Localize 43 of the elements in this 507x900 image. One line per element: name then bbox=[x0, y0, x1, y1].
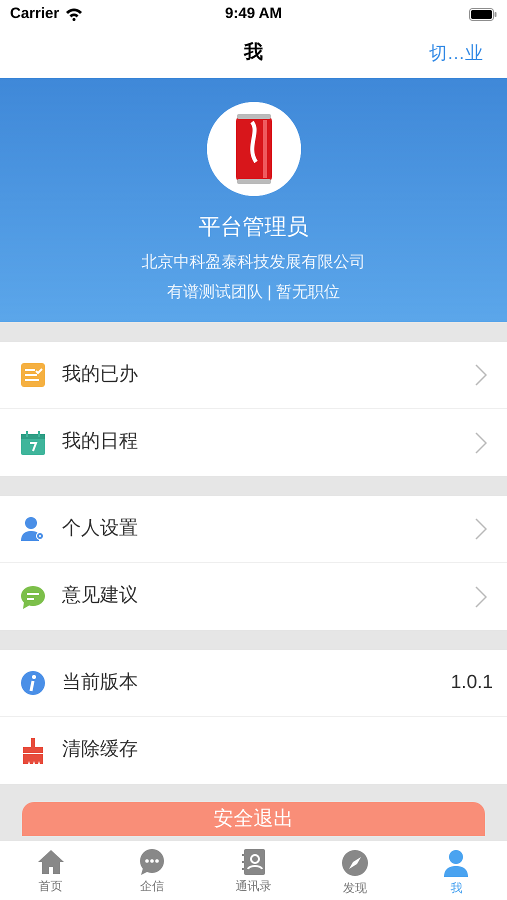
menu-row[interactable]: 意见建议 bbox=[0, 563, 507, 630]
wifi-icon bbox=[65, 8, 84, 20]
switch-company-button[interactable]: 切…业 bbox=[429, 40, 483, 66]
menu-label: 个人设置 bbox=[62, 516, 138, 541]
menu-label: 我的日程 bbox=[62, 430, 138, 454]
chevron-right-icon bbox=[475, 432, 487, 454]
menu-row[interactable]: 清除缓存 bbox=[0, 717, 507, 784]
chevron-right-icon bbox=[475, 518, 487, 540]
carrier-label: Carrier bbox=[10, 4, 60, 24]
tab-item[interactable]: 通讯录 bbox=[202, 841, 304, 900]
chevron-right-icon bbox=[475, 586, 487, 608]
user-settings-icon bbox=[20, 517, 46, 541]
page-title: 我 bbox=[244, 40, 263, 65]
battery-icon bbox=[469, 8, 497, 20]
chat-icon bbox=[138, 849, 166, 875]
info-icon bbox=[20, 670, 46, 696]
tab-item[interactable]: 企信 bbox=[101, 841, 203, 900]
speech-bubble-icon bbox=[20, 584, 46, 608]
broom-icon bbox=[20, 738, 46, 764]
version-number: 1.0.1 bbox=[450, 670, 493, 695]
contacts-book-icon bbox=[240, 849, 268, 875]
tab-item[interactable]: 我 bbox=[406, 841, 507, 900]
menu-label: 意见建议 bbox=[62, 584, 138, 608]
calendar-icon bbox=[20, 430, 46, 454]
logout-button[interactable]: 安全退出 bbox=[22, 802, 485, 836]
chevron-right-icon bbox=[475, 364, 487, 386]
company-name: 北京中科盈泰科技发展有限公司 bbox=[142, 252, 366, 273]
menu-row[interactable]: 我的已办 bbox=[0, 342, 507, 409]
menu-row[interactable]: 个人设置 bbox=[0, 496, 507, 563]
menu-label: 当前版本 bbox=[62, 670, 138, 695]
menu-row[interactable]: 我的日程 bbox=[0, 409, 507, 476]
tab-item[interactable]: 发现 bbox=[304, 841, 406, 900]
team-position: 有谱测试团队 | 暂无职位 bbox=[166, 282, 340, 303]
tab-item[interactable]: 首页 bbox=[0, 841, 102, 900]
menu-label: 我的已办 bbox=[62, 362, 138, 387]
user-name: 平台管理员 bbox=[198, 213, 308, 241]
home-icon bbox=[36, 849, 65, 875]
menu-row[interactable]: 当前版本 1.0.1 bbox=[0, 650, 507, 717]
compass-icon bbox=[340, 849, 369, 877]
menu-label: 清除缓存 bbox=[62, 738, 138, 762]
status-time: 9:49 AM bbox=[225, 4, 282, 24]
checklist-icon bbox=[20, 363, 46, 387]
person-icon bbox=[442, 849, 470, 877]
